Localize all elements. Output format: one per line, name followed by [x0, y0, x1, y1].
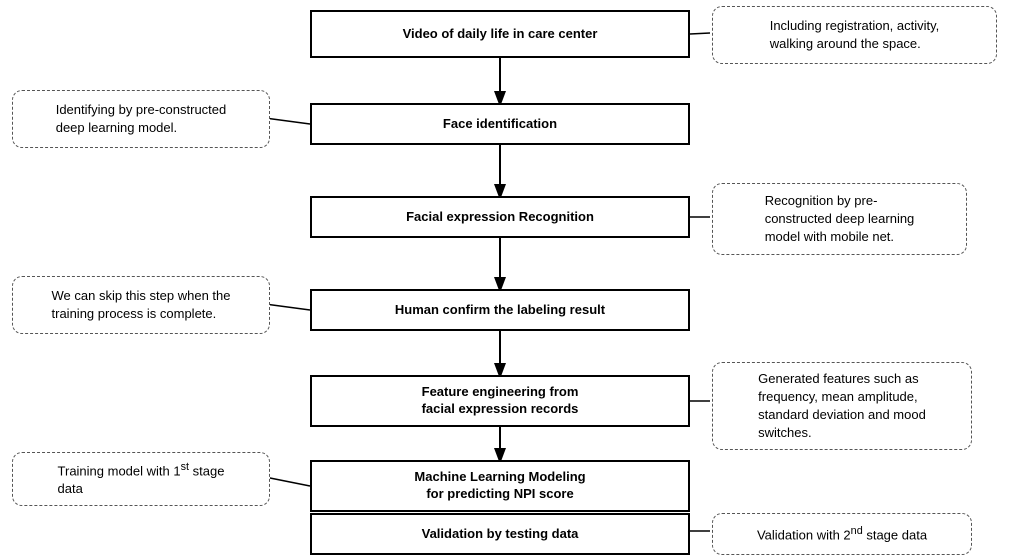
flow-label-ml-model-2: for predicting NPI score: [426, 486, 573, 503]
flow-box-validation: Validation by testing data: [310, 513, 690, 555]
flow-box-human-confirm: Human confirm the labeling result: [310, 289, 690, 331]
note-ml-left-text: Training model with 1st stagedata: [58, 460, 225, 499]
note-feature-right-text: Generated features such asfrequency, mea…: [758, 370, 926, 443]
note-facial-right: Recognition by pre-constructed deep lear…: [712, 183, 967, 255]
flow-box-feature-eng: Feature engineering from facial expressi…: [310, 375, 690, 427]
note-facial-right-text: Recognition by pre-constructed deep lear…: [765, 192, 915, 247]
diagram-container: Video of daily life in care center Face …: [0, 0, 1020, 560]
note-feature-right: Generated features such asfrequency, mea…: [712, 362, 972, 450]
flow-box-face-id: Face identification: [310, 103, 690, 145]
flow-box-ml-model: Machine Learning Modeling for predicting…: [310, 460, 690, 512]
note-video-right: Including registration, activity,walking…: [712, 6, 997, 64]
flow-box-video: Video of daily life in care center: [310, 10, 690, 58]
flow-label-ml-model-1: Machine Learning Modeling: [414, 469, 585, 486]
note-face-left-text: Identifying by pre-constructeddeep learn…: [56, 101, 227, 137]
flow-label-facial-expr: Facial expression Recognition: [406, 209, 594, 226]
flow-label-face-id: Face identification: [443, 116, 557, 133]
note-face-left: Identifying by pre-constructeddeep learn…: [12, 90, 270, 148]
flow-label-video: Video of daily life in care center: [403, 26, 598, 43]
note-validation-right-text: Validation with 2nd stage data: [757, 524, 927, 545]
note-validation-right: Validation with 2nd stage data: [712, 513, 972, 555]
note-human-left-text: We can skip this step when thetraining p…: [52, 287, 231, 323]
note-ml-left: Training model with 1st stagedata: [12, 452, 270, 506]
flow-label-validation: Validation by testing data: [422, 526, 579, 543]
flow-label-feature-eng-2: facial expression records: [422, 401, 579, 418]
note-video-right-text: Including registration, activity,walking…: [770, 17, 940, 53]
flow-label-human-confirm: Human confirm the labeling result: [395, 302, 605, 319]
flow-label-feature-eng-1: Feature engineering from: [422, 384, 579, 401]
note-human-left: We can skip this step when thetraining p…: [12, 276, 270, 334]
flow-box-facial-expr: Facial expression Recognition: [310, 196, 690, 238]
